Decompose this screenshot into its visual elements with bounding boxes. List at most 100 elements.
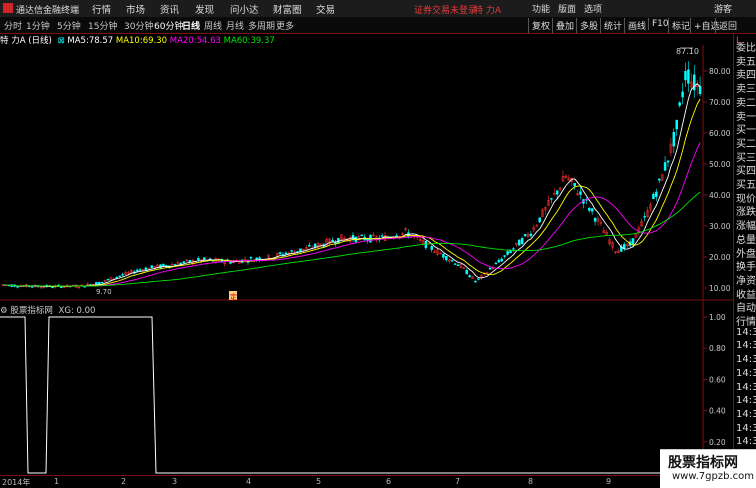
indicator-settings-icon[interactable]: ⚙ [0,306,8,316]
indicator-name[interactable]: 股票指标网 [10,306,53,316]
candle-body [98,282,101,285]
price-tick-label: 20.00 [709,253,731,262]
candle-body [477,278,480,280]
candle-body [290,250,293,252]
side-row-label[interactable]: 14:35 [736,368,756,379]
candle-body [520,238,524,245]
period-5min[interactable]: 5分钟 [57,19,81,32]
period-daily[interactable]: 日线 [182,19,200,32]
candle-body [100,281,104,284]
btn-back[interactable]: 返回 [715,18,740,33]
xtick: 6 [386,477,392,486]
candle-body [675,119,678,130]
xtick: 5 [316,477,322,486]
price-tick-label: 10.00 [709,284,731,293]
candle-body [445,256,448,261]
marker-text: 定 [230,292,237,301]
app-title: 通达信金融终端 [16,6,80,16]
candle-body [474,280,477,283]
ma-lines [2,83,701,288]
side-row-label[interactable]: 14:35 [736,423,756,434]
candle-body [456,264,460,266]
candle-body [658,178,661,181]
candle-body [115,277,118,279]
kline-chart[interactable]: 80.00 70.00 60.00 50.00 40.00 30.00 20.00 10.00… [0,45,733,475]
candle-body [313,243,317,248]
candle-body [337,237,340,243]
period-tick[interactable]: 分时 [4,19,22,32]
candle-body [555,190,559,195]
candle-body [631,238,635,245]
candle-body [593,217,597,222]
btn-multi-stock[interactable]: 多股 [576,18,601,33]
candle-body [249,257,253,259]
indicator-value: XG: 0.00 [58,306,96,316]
candle-body [497,259,501,263]
xg-line [0,316,733,474]
side-row-label[interactable]: 14:34 [736,327,756,338]
candle-body [678,102,681,106]
period-1min[interactable]: 1分钟 [26,19,50,32]
price-tick-label: 50.00 [709,160,731,169]
menu-functions[interactable]: 功能 [532,2,550,15]
candle-body [135,269,139,272]
side-row-label[interactable]: 14:35 [736,436,756,447]
menu-quotes[interactable]: 行情 [92,2,111,16]
menu-layout[interactable]: 版面 [558,2,576,15]
candle-body [453,263,457,265]
menu-ask[interactable]: 问小达 [230,2,259,16]
period-monthly[interactable]: 月线 [226,19,244,32]
candle-body [512,248,515,250]
indicator-axis: 1.00 0.80 0.60 0.40 0.20 [703,313,726,447]
xtick: 2 [121,477,127,486]
xtick: 4 [246,477,252,486]
candle-body [681,91,684,98]
period-weekly[interactable]: 周线 [204,19,222,32]
candle-body [663,162,667,171]
menu-options[interactable]: 选项 [584,2,602,15]
period-toolbar: 分时 1分钟 5分钟 15分钟 30分钟 60分钟 日线 周线 月线 多周期 更… [0,17,756,34]
candle-body [666,160,670,163]
menu-market[interactable]: 市场 [126,2,145,16]
period-more[interactable]: 更多 [276,19,294,32]
candle-body [643,216,646,218]
candle-body [450,260,454,262]
period-15min[interactable]: 15分钟 [88,19,117,32]
menu-trade[interactable]: 交易 [316,2,335,16]
candle-body [366,238,369,241]
candle-body [573,182,576,187]
candle-body [138,269,142,271]
menu-discover[interactable]: 发现 [195,2,214,16]
watermark: 股票指标网 www.7gpzb.com [660,449,756,488]
menu-news[interactable]: 资讯 [160,2,179,16]
menu-bar: 通达信金融终端 行情 市场 资讯 发现 问小达 财富圈 交易 证券交易未登录 特… [0,0,756,18]
ma5-line [2,83,701,288]
period-multi[interactable]: 多周期 [248,19,275,32]
login-warning[interactable]: 证券交易未登录 [414,3,477,16]
price-axis: 80.00 70.00 60.00 50.00 40.00 30.00 20.00 10.00 [703,67,731,293]
btn-stats[interactable]: 统计 [600,18,625,33]
side-row-label[interactable]: 14:35 [736,340,756,351]
candle-body [655,191,658,197]
candle-body [150,265,153,268]
candle-body [203,257,206,260]
btn-overlay[interactable]: 叠加 [552,18,577,33]
menu-wealth[interactable]: 财富圈 [273,2,302,16]
candle-body [16,286,19,288]
xtick: 9 [606,477,612,486]
btn-adjust[interactable]: 复权 [528,18,553,33]
candle-body [430,246,433,250]
candle-body [672,132,676,147]
period-30min[interactable]: 30分钟 [124,19,153,32]
side-row-label[interactable]: 14:35 [736,409,756,420]
ma60-line [2,191,701,287]
period-60min[interactable]: 60分钟 [154,19,183,32]
xtick: 8 [528,477,534,486]
side-row-label[interactable]: 14:35 [736,354,756,365]
candle-body [229,261,232,264]
candle-body [465,270,468,275]
menu-guest[interactable]: 游客 [714,2,732,15]
side-row-label[interactable]: 14:35 [736,382,756,393]
side-row-label[interactable]: 14:35 [736,395,756,406]
btn-draw[interactable]: 画线 [624,18,649,33]
